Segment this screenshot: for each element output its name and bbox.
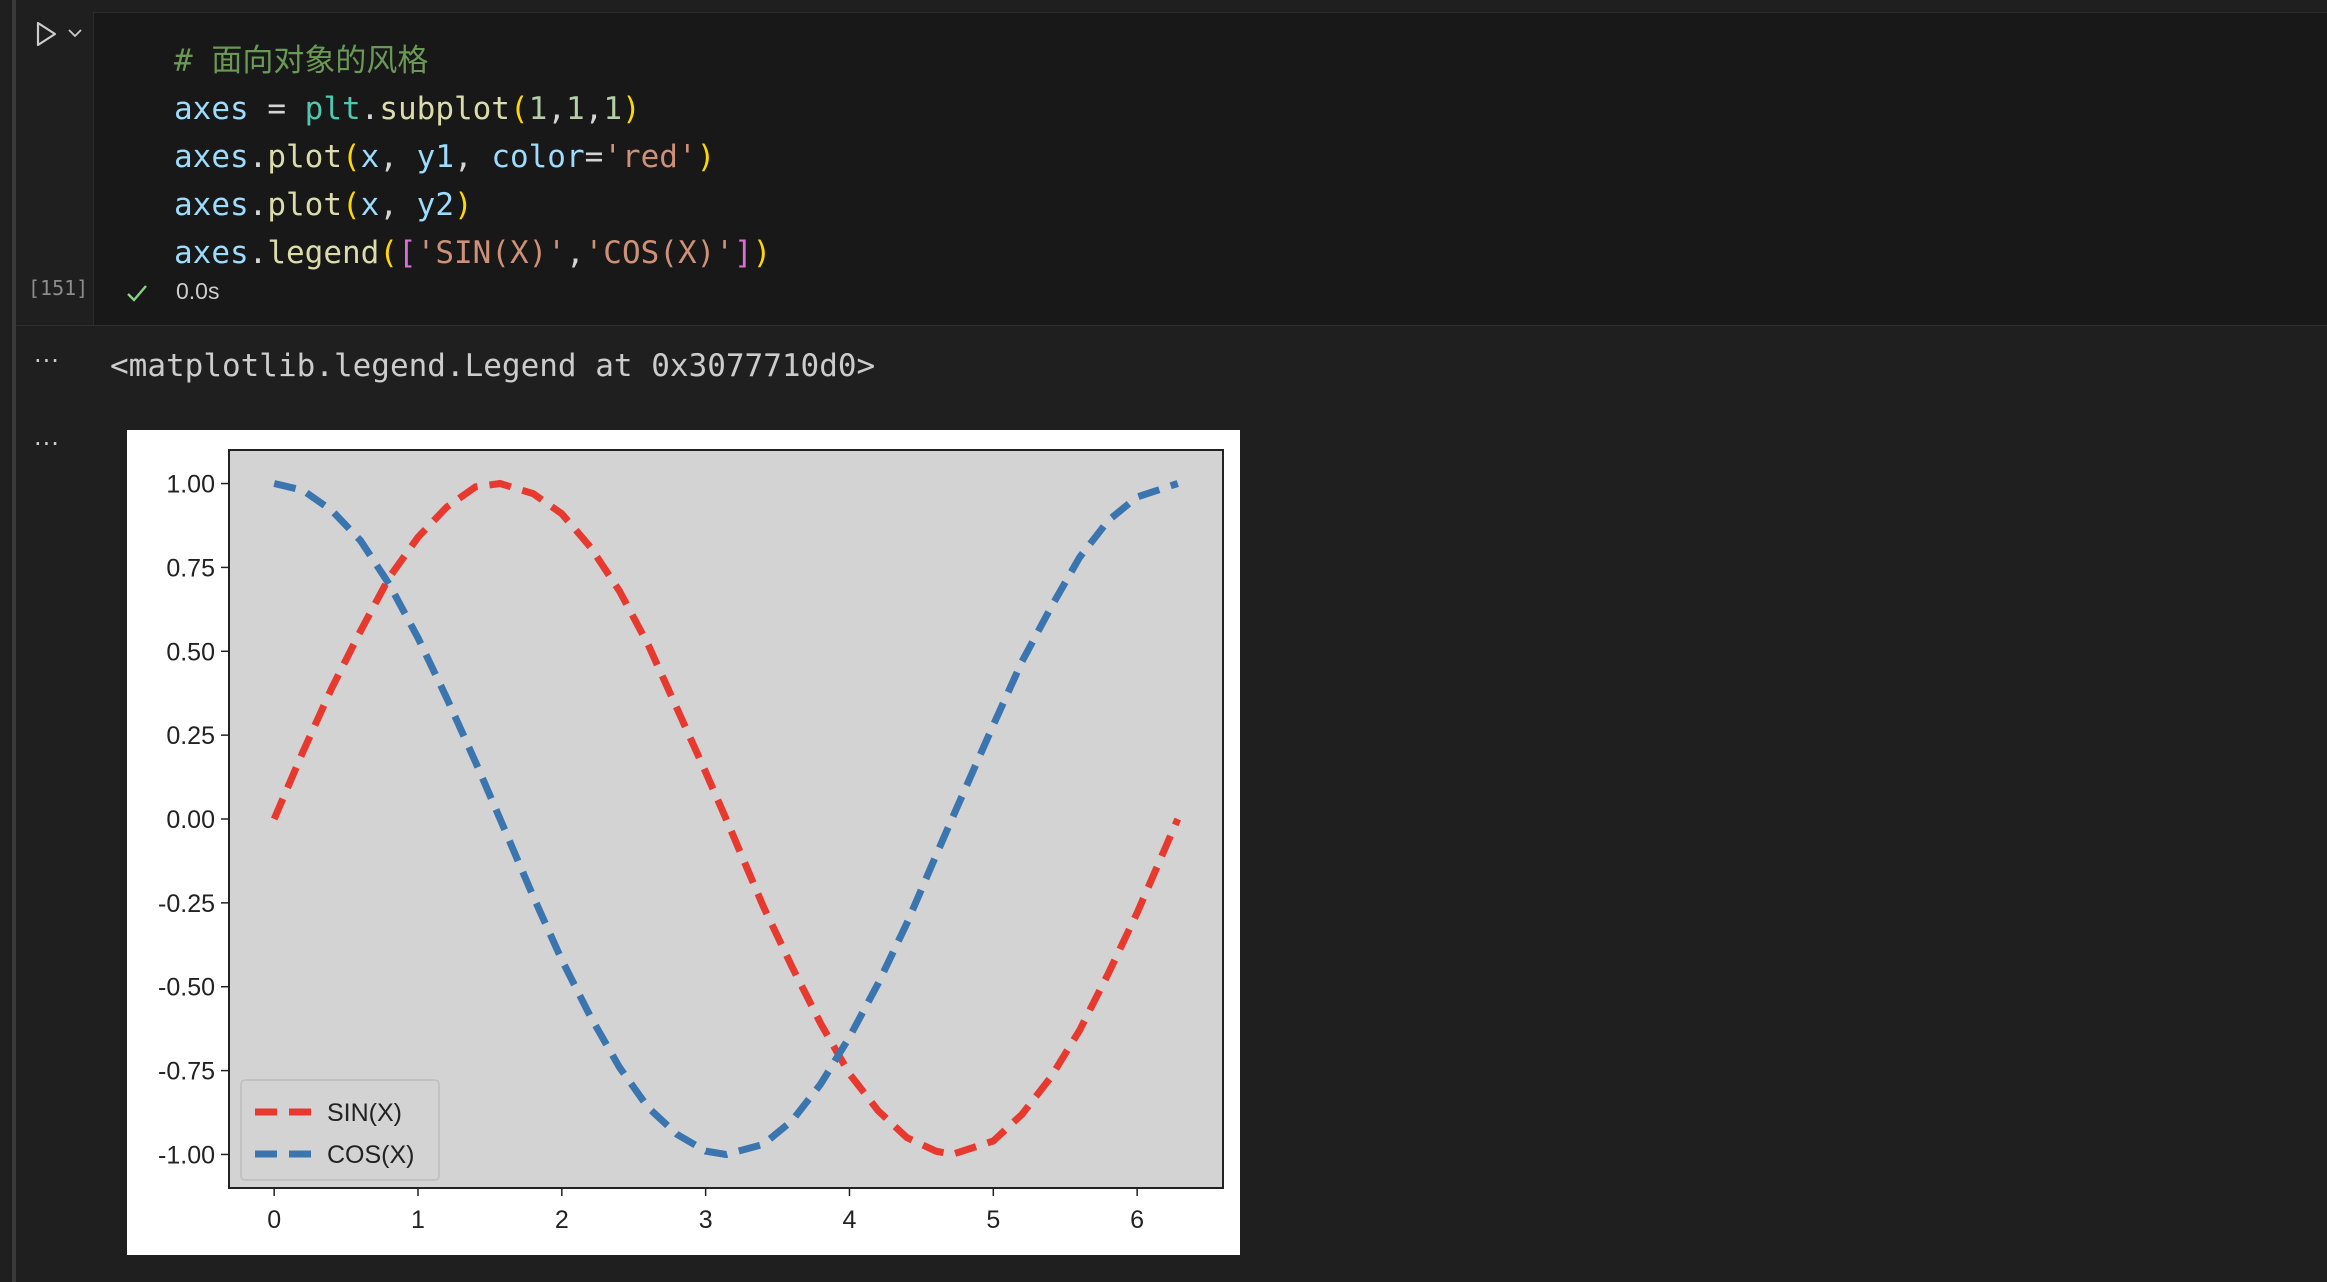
code-token: , <box>379 187 417 223</box>
code-token: ) <box>696 139 716 175</box>
play-icon <box>36 21 57 47</box>
code-token: x <box>360 139 380 175</box>
x-tick-label: 1 <box>411 1206 425 1234</box>
code-token: ) <box>752 235 772 271</box>
x-tick-label: 0 <box>267 1206 281 1234</box>
code-token: , <box>565 235 585 271</box>
code-token: ( <box>341 187 361 223</box>
code-token: , <box>547 91 566 127</box>
code-token: ( <box>509 91 529 127</box>
code-token: = <box>584 139 604 175</box>
output-divider <box>16 325 2327 326</box>
execution-count: [151] <box>28 276 89 300</box>
code-token: . <box>360 91 380 127</box>
code-line: axes.legend(['SIN(X)','COS(X)']) <box>174 229 771 277</box>
y-tick-label: -1.00 <box>158 1141 215 1169</box>
code-line: # 面向对象的风格 <box>174 37 771 85</box>
output-text: <matplotlib.legend.Legend at 0x3077710d0… <box>110 348 876 384</box>
code-token: = <box>248 91 305 127</box>
code-token: ( <box>379 235 398 271</box>
code-token: x <box>360 187 380 223</box>
run-options-dropdown[interactable] <box>64 22 86 44</box>
y-tick-label: -0.75 <box>158 1058 215 1086</box>
code-token: , <box>379 139 417 175</box>
code-token: plot <box>267 187 342 223</box>
code-token: 'SIN(X)' <box>416 235 566 271</box>
code-token: axes <box>174 139 249 175</box>
y-tick-label: 0.25 <box>166 722 215 750</box>
code-token: axes <box>174 91 249 127</box>
code-token: . <box>248 139 268 175</box>
code-token: . <box>248 235 268 271</box>
code-token: 1 <box>603 91 623 127</box>
plot-output-more-actions-button[interactable]: ··· <box>34 430 60 458</box>
x-tick-label: 6 <box>1130 1206 1144 1234</box>
code-token: axes <box>174 235 249 271</box>
code-token: axes <box>174 187 249 223</box>
code-lines: # 面向对象的风格 axes = plt.subplot(1,1,1) axes.p… <box>174 37 771 277</box>
code-line: axes.plot(x, y1, color='red') <box>174 133 771 181</box>
execution-time: 0.0s <box>176 278 220 304</box>
code-token: y1 <box>416 139 454 175</box>
legend-label: COS(X) <box>327 1141 415 1169</box>
x-tick-label: 2 <box>555 1206 569 1234</box>
code-token: 1 <box>528 91 548 127</box>
code-token: plt <box>304 91 361 127</box>
code-token: ] <box>733 235 753 271</box>
output-more-actions-button[interactable]: ··· <box>34 347 60 375</box>
check-icon <box>127 285 147 302</box>
plot-output: 1.00 0.75 0.50 0.25 0.00 -0.25 -0.50 -0.75 -1.00… <box>127 430 1240 1255</box>
code-token: ) <box>622 91 641 127</box>
y-tick-label: -0.50 <box>158 974 215 1002</box>
code-line: axes = plt.subplot(1,1,1) <box>174 85 771 133</box>
code-token: y2 <box>416 187 454 223</box>
y-tick-label: 0.00 <box>166 806 215 834</box>
notebook-page: # 面向对象的风格 axes = plt.subplot(1,1,1) axes.p… <box>0 0 2327 1282</box>
code-token: legend <box>267 235 380 271</box>
code-token: ( <box>341 139 361 175</box>
code-token: # 面向对象的风格 <box>174 43 429 79</box>
code-line: axes.plot(x, y2) <box>174 181 771 229</box>
run-cell-button[interactable] <box>28 16 64 52</box>
chevron-down-icon <box>68 29 82 38</box>
x-tick-label: 4 <box>843 1206 857 1234</box>
code-token: , <box>584 91 604 127</box>
code-token: color <box>491 139 585 175</box>
x-tick-label: 3 <box>699 1206 713 1234</box>
code-token: 'COS(X)' <box>584 235 734 271</box>
x-tick-label: 5 <box>986 1206 1000 1234</box>
y-tick-label: -0.25 <box>158 890 215 918</box>
line-chart: 1.00 0.75 0.50 0.25 0.00 -0.25 -0.50 -0.75 -1.00… <box>158 449 1224 1234</box>
code-token: . <box>248 187 268 223</box>
code-token: [ <box>397 235 417 271</box>
y-tick-label: 1.00 <box>166 471 215 499</box>
code-token: 'red' <box>603 139 697 175</box>
code-token: subplot <box>379 91 510 127</box>
legend-label: SIN(X) <box>327 1099 402 1127</box>
code-token: plot <box>267 139 342 175</box>
code-token: 1 <box>566 91 585 127</box>
execution-status: [151] 0.0s <box>0 276 600 310</box>
code-token: , <box>453 139 492 175</box>
code-token: ) <box>453 187 473 223</box>
y-tick-label: 0.50 <box>166 638 215 666</box>
y-tick-label: 0.75 <box>166 554 215 582</box>
